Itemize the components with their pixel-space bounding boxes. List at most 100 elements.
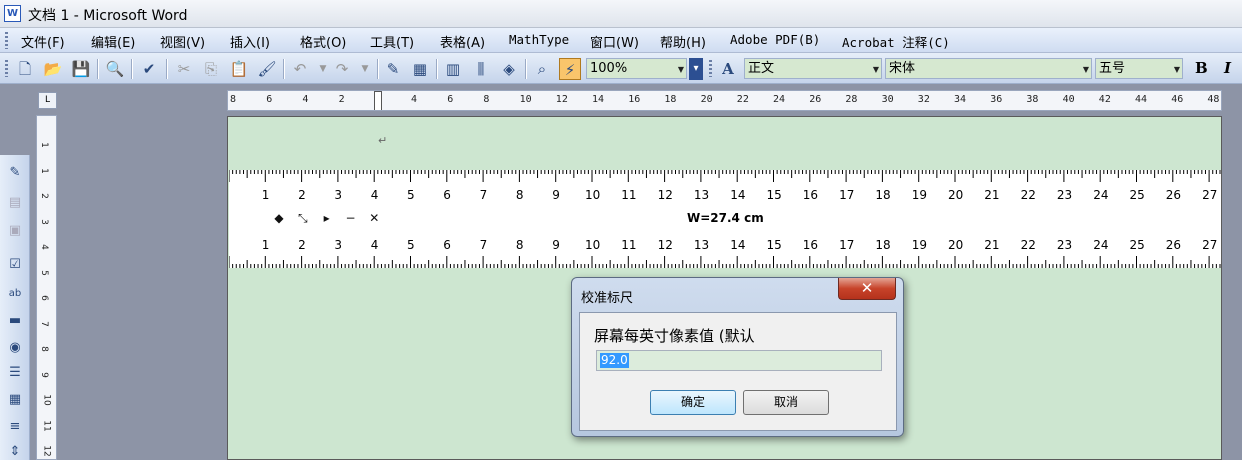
chevron-down-icon[interactable]: ▼ bbox=[1083, 60, 1089, 79]
insert-hyperlink-icon[interactable]: ✎ bbox=[382, 58, 404, 80]
menu-mathtype[interactable]: MathType bbox=[509, 32, 569, 47]
screen-ruler[interactable]: 1 1 2 2 3 3 4 4 5 5 6 6 7 7 8 8 9 9 10 10 11 11 12 12 13 13 14 14 15… bbox=[229, 170, 1221, 268]
save-icon[interactable]: 💾 bbox=[70, 58, 92, 80]
dialog-close-button[interactable]: ✕ bbox=[838, 278, 896, 300]
move-icon[interactable]: ◆ bbox=[269, 211, 289, 225]
copy-icon[interactable]: ⎘ bbox=[200, 58, 222, 80]
form-icon[interactable]: ▤ bbox=[5, 193, 25, 213]
frame-icon[interactable]: ▦ bbox=[5, 390, 25, 410]
chevron-down-icon[interactable]: ▼ bbox=[678, 60, 684, 79]
font-size-combo[interactable]: 五号 ▼ bbox=[1095, 58, 1183, 79]
title-bar: W 文档 1 - Microsoft Word bbox=[0, 0, 1242, 28]
calibrate-ruler-dialog: 校准标尺 ✕ 屏幕每英寸像素值 (默认 92.0 确定 取消 bbox=[571, 277, 904, 437]
textbox-field-icon[interactable]: ab bbox=[5, 284, 25, 304]
screen-ruler-number: 16 bbox=[802, 238, 819, 252]
hruler-label: 44 bbox=[1135, 94, 1148, 105]
menu-edit[interactable]: 编辑(E) bbox=[91, 32, 135, 51]
chevron-down-icon[interactable]: ▼ bbox=[873, 60, 879, 79]
columns-icon[interactable]: ▥ bbox=[442, 58, 464, 80]
paste-icon[interactable]: 📋 bbox=[228, 58, 250, 80]
screen-ruler-number: 8 bbox=[515, 188, 524, 202]
cut-icon[interactable]: ✂ bbox=[173, 58, 195, 80]
toolbar-separator bbox=[283, 59, 284, 79]
word-app-icon[interactable]: W bbox=[4, 5, 21, 22]
menu-insert[interactable]: 插入(I) bbox=[230, 32, 270, 51]
screen-ruler-number: 9 bbox=[552, 238, 560, 252]
menu-window[interactable]: 窗口(W) bbox=[590, 32, 639, 51]
vruler-label: 10 bbox=[41, 394, 52, 406]
drawing-icon[interactable]: ⫼ bbox=[470, 58, 492, 80]
standard-toolbar: 🗋 📂 💾 🔍 ✔ ✂ ⎘ 📋 🖌 ↶ ▼ ↷ ▼ ✎ ▦ ▥ ⫼ ◈ ⌕ ⚡ … bbox=[0, 53, 1242, 84]
screen-ruler-number: 12 bbox=[657, 238, 673, 252]
style-combo[interactable]: 正文 ▼ bbox=[744, 58, 882, 79]
screen-ruler-number: 26 bbox=[1165, 188, 1182, 202]
show-hide-marks-icon[interactable]: ⚡ bbox=[559, 58, 581, 80]
close-icon[interactable]: ✕ bbox=[364, 211, 384, 225]
undo-icon[interactable]: ↶ bbox=[289, 58, 311, 80]
menu-adobe-pdf[interactable]: Adobe PDF(B) bbox=[730, 32, 820, 47]
dialog-body: 屏幕每英寸像素值 (默认 92.0 确定 取消 bbox=[579, 312, 897, 431]
redo-dropdown-icon[interactable]: ▼ bbox=[354, 58, 376, 80]
scroll-icon[interactable]: ≡ bbox=[5, 417, 25, 437]
shading-icon[interactable]: ▣ bbox=[5, 221, 25, 241]
chevron-down-icon[interactable]: ▼ bbox=[1174, 60, 1180, 79]
font-combo[interactable]: 宋体 ▼ bbox=[885, 58, 1092, 79]
vruler-label: 3 bbox=[38, 218, 49, 225]
horizontal-ruler[interactable]: 8642246810121416182022242628303234363840… bbox=[227, 90, 1222, 111]
menu-file[interactable]: 文件(F) bbox=[21, 32, 65, 51]
rotate-icon[interactable]: ▸ bbox=[317, 211, 337, 225]
menu-table[interactable]: 表格(A) bbox=[440, 32, 485, 51]
screen-ruler-number: 8 bbox=[515, 238, 524, 252]
menu-tools[interactable]: 工具(T) bbox=[370, 32, 414, 51]
pencil-icon[interactable]: ✎ bbox=[5, 163, 25, 183]
toolbar-grip[interactable] bbox=[5, 60, 8, 77]
screen-ruler-number: 3 bbox=[334, 188, 343, 202]
tab-selector[interactable]: L bbox=[38, 92, 57, 109]
screen-ruler-number: 4 bbox=[370, 188, 379, 202]
format-painter-icon[interactable]: 🖌 bbox=[256, 58, 278, 80]
checkbox-icon[interactable]: ☑ bbox=[5, 255, 25, 275]
hruler-label: 24 bbox=[773, 94, 786, 105]
screen-ruler-number: 18 bbox=[875, 188, 891, 202]
open-folder-icon[interactable]: 📂 bbox=[42, 58, 64, 80]
toolbar-options-icon[interactable]: ▾ bbox=[689, 58, 703, 80]
screen-ruler-number: 2 bbox=[298, 188, 306, 202]
toolbar-separator bbox=[436, 59, 437, 79]
spin-icon[interactable]: ⇕ bbox=[5, 442, 25, 460]
formatting-toolbar-grip[interactable] bbox=[709, 60, 712, 77]
ppi-input[interactable] bbox=[596, 350, 882, 371]
radio-option-icon[interactable]: ◉ bbox=[5, 338, 25, 358]
listbox-icon[interactable]: ☰ bbox=[5, 363, 25, 383]
italic-button[interactable]: I bbox=[1224, 59, 1231, 77]
vertical-ruler[interactable]: 112345678910111213 bbox=[36, 115, 57, 460]
redo-icon[interactable]: ↷ bbox=[331, 58, 353, 80]
menu-view[interactable]: 视图(V) bbox=[160, 32, 205, 51]
cancel-button[interactable]: 取消 bbox=[743, 390, 829, 415]
tables-borders-icon[interactable]: ▦ bbox=[409, 58, 431, 80]
minimize-icon[interactable]: − bbox=[340, 211, 360, 225]
research-icon[interactable]: ⌕ bbox=[531, 58, 553, 80]
print-preview-icon[interactable]: 🔍 bbox=[104, 58, 126, 80]
document-map-icon[interactable]: ◈ bbox=[498, 58, 520, 80]
screen-ruler-number: 23 bbox=[1056, 238, 1073, 252]
menu-help[interactable]: 帮助(H) bbox=[660, 32, 706, 51]
spelling-check-icon[interactable]: ✔ bbox=[138, 58, 160, 80]
screen-ruler-number: 16 bbox=[802, 188, 819, 202]
screen-ruler-number: 14 bbox=[730, 238, 746, 252]
menu-acrobat-comments[interactable]: Acrobat 注释(C) bbox=[842, 32, 950, 51]
hruler-label: 22 bbox=[736, 94, 749, 105]
hruler-label: 30 bbox=[881, 94, 894, 105]
screen-ruler-number: 18 bbox=[875, 238, 891, 252]
screen-ruler-number: 13 bbox=[693, 188, 710, 202]
indent-marker[interactable] bbox=[374, 91, 382, 110]
menu-format[interactable]: 格式(O) bbox=[300, 32, 346, 51]
bold-button[interactable]: B bbox=[1195, 59, 1208, 77]
screen-ruler-number: 5 bbox=[407, 188, 415, 202]
ok-button[interactable]: 确定 bbox=[650, 390, 736, 415]
new-document-icon[interactable]: 🗋 bbox=[14, 58, 36, 80]
resize-icon[interactable]: ⤡ bbox=[293, 211, 313, 226]
menubar-grip[interactable] bbox=[5, 32, 8, 49]
zoom-combo[interactable]: 100% ▼ bbox=[586, 58, 687, 79]
button-control-icon[interactable]: ▬ bbox=[5, 311, 25, 331]
styles-formatting-icon[interactable]: A bbox=[717, 58, 739, 80]
